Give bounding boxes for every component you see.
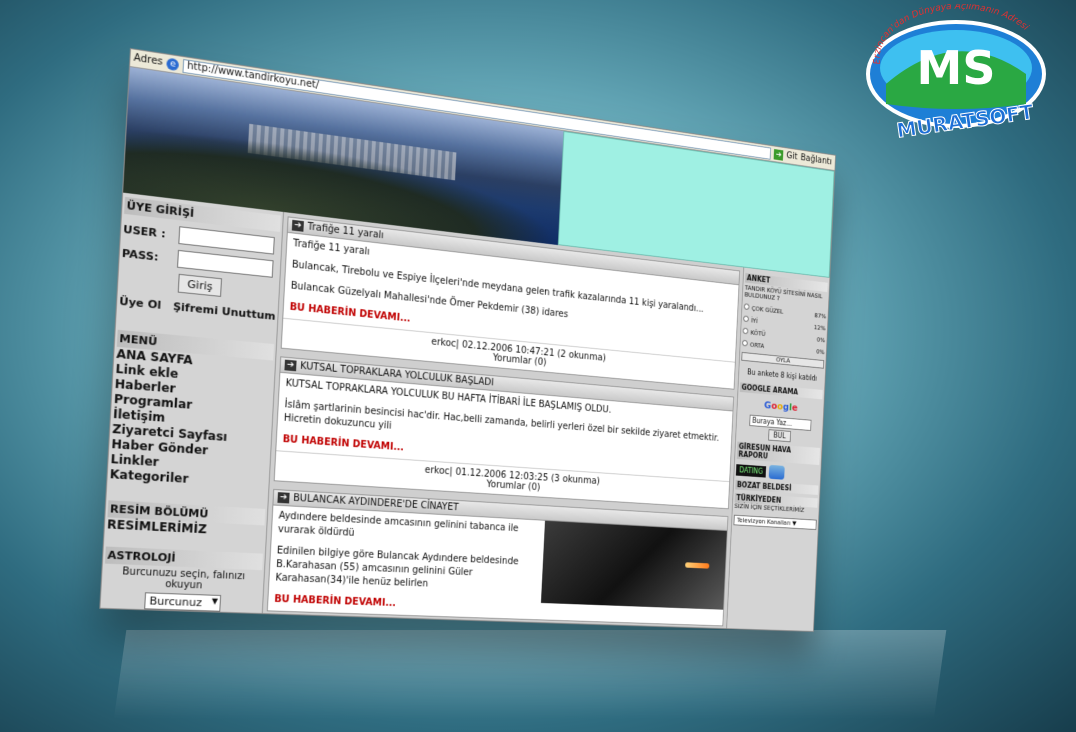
search-button[interactable]: BUL — [768, 429, 792, 442]
poll-option-percent: 87% — [814, 312, 826, 320]
forgot-password-link[interactable]: Şifremi Unuttum — [173, 300, 276, 323]
poll-option-label: ÇOK GÜZEL — [752, 305, 784, 315]
giresun-weather: DATING — [736, 462, 819, 482]
radio-button[interactable] — [742, 340, 748, 347]
window-reflection — [114, 630, 947, 720]
astrology-text: Burcunuzu seçin, falınızı okuyun — [104, 566, 262, 594]
radio-button[interactable] — [743, 315, 749, 322]
pass-label: PASS: — [122, 246, 178, 265]
register-link[interactable]: Üye Ol — [119, 295, 162, 312]
news-item: ➔ BULANCAK AYDINDERE'DE CİNAYET Aydındere… — [267, 489, 729, 626]
address-label: Adres — [133, 53, 163, 68]
login-button[interactable]: Giriş — [178, 274, 222, 297]
user-input[interactable] — [178, 226, 275, 254]
google-logo: Google — [739, 397, 822, 415]
poll-option-label: ORTA — [750, 341, 765, 349]
weather-icon — [769, 465, 785, 480]
left-sidebar: ÜYE GİRİŞİ USER : PASS: Giriş Üye Ol Şif… — [100, 193, 284, 615]
weather-lcd: DATING — [736, 464, 767, 477]
go-button[interactable]: Git — [786, 151, 798, 162]
scene: Adres e http://www.tandirkoyu.net/ ➔ Git… — [0, 0, 1076, 732]
poll-option-percent: 12% — [814, 324, 826, 332]
go-icon[interactable]: ➔ — [774, 149, 784, 161]
tv-channels-select[interactable]: Televizyon Kanalları ▼ — [733, 515, 816, 530]
news-paragraph: Edinilen bilgiye göre Bulancak Aydındere… — [275, 545, 538, 596]
radio-button[interactable] — [743, 328, 749, 335]
poll-info: Bu ankete 8 kişi katıldı — [741, 368, 824, 384]
chevron-down-icon: ▼ — [212, 597, 219, 606]
menu-list: ANA SAYFA Link ekle Haberler Programlar İlet… — [109, 347, 273, 492]
zodiac-select[interactable]: Burcunuz ▼ — [144, 592, 222, 611]
arrow-icon: ➔ — [277, 492, 289, 503]
google-title: GOOGLE ARAMA — [740, 382, 823, 399]
right-sidebar: ANKET TANDIR KÖYÜ SİTESİNİ NASIL BULDUNU… — [726, 267, 829, 631]
muzzle-flash — [685, 562, 709, 568]
arrow-icon: ➔ — [284, 360, 296, 372]
muratsoft-logo: MS MURATSOFT Erzincan'dan Dünyaya Açılma… — [856, 4, 1056, 144]
news-image-pistol — [541, 521, 727, 610]
news-body: Aydındere beldesinde amcasının gelinini … — [268, 505, 545, 619]
browser-window: Adres e http://www.tandirkoyu.net/ ➔ Git… — [99, 48, 836, 632]
poll-options: ÇOK GÜZEL 87% İYİ 12% KÖTÜ 0% ORTA 0% — [742, 303, 826, 356]
read-more-link[interactable]: BU HABERİN DEVAMI... — [274, 593, 536, 615]
poll-option-percent: 0% — [817, 336, 826, 344]
zodiac-select-value: Burcunuz — [149, 594, 202, 609]
poll-option-label: İYİ — [751, 317, 758, 325]
user-label: USER : — [123, 222, 179, 241]
logo-initials: MS — [917, 41, 996, 95]
tv-select-value: Televizyon Kanalları — [737, 517, 791, 527]
poll-option-label: KÖTÜ — [750, 329, 765, 337]
poll-option-percent: 0% — [816, 348, 825, 356]
links-button[interactable]: Bağlantı — [800, 153, 832, 167]
radio-button[interactable] — [744, 303, 750, 310]
arrow-icon: ➔ — [292, 220, 304, 232]
bozat-title: BOZAT BELDESİ — [735, 480, 818, 495]
ie-icon: e — [167, 57, 180, 71]
news-column: ➔ Trafiğe 11 yaralı Trafiğe 11 yaralı Bul… — [263, 212, 744, 630]
pass-input[interactable] — [177, 250, 274, 278]
giresun-title: GİRESUN HAVA RAPORU — [737, 442, 820, 466]
